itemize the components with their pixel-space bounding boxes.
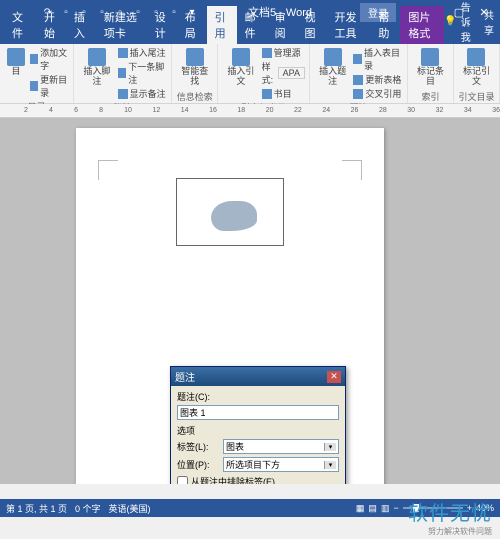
dialog-titlebar[interactable]: 题注 ✕: [171, 367, 345, 386]
tab-file[interactable]: 文件: [2, 6, 36, 44]
inserted-image[interactable]: [176, 178, 284, 246]
margin-corner: [98, 160, 118, 180]
tab-picture-format[interactable]: 图片格式: [400, 6, 444, 44]
zoom-out-icon[interactable]: −: [393, 503, 398, 513]
exclude-label-checkbox[interactable]: 从题注中排除标签(E): [177, 475, 339, 484]
insert-footnote-button[interactable]: 插入脚注: [78, 46, 115, 89]
horizontal-ruler[interactable]: 24681012141618202224262830323436: [0, 104, 500, 118]
style-dropdown[interactable]: 样式:APA: [262, 60, 305, 86]
tab-references[interactable]: 引用: [207, 6, 237, 44]
watermark-subtitle: 努力解决软件问题: [408, 526, 492, 537]
cross-ref-button[interactable]: 交叉引用: [353, 87, 403, 100]
view-print-icon[interactable]: ▦: [356, 503, 365, 514]
tab-mailings[interactable]: 邮件: [237, 6, 267, 44]
image-shape-icon: [211, 201, 257, 231]
tab-layout[interactable]: 布局: [177, 6, 207, 44]
smart-lookup-button[interactable]: 智能查找: [176, 46, 213, 89]
margin-corner: [342, 160, 362, 180]
ribbon-panel: 目 添加文字 更新目录 目录 插入脚注 插入尾注 下一条脚注 显示备注 脚注 智…: [0, 44, 500, 104]
insert-caption-button[interactable]: 插入题注: [314, 46, 351, 89]
group-label: 引文目录: [458, 89, 495, 103]
mark-citation-button[interactable]: 标记引文: [458, 46, 495, 89]
group-label: 信息检索: [176, 89, 213, 103]
bibliography-button[interactable]: 书目: [262, 87, 305, 100]
toc-button[interactable]: 目: [4, 46, 28, 79]
update-toc-button[interactable]: 更新目录: [30, 73, 69, 99]
view-web-icon[interactable]: ▥: [381, 503, 390, 514]
tab-custom[interactable]: 新建选项卡: [96, 6, 147, 44]
chevron-down-icon[interactable]: ▾: [324, 443, 336, 451]
dialog-title: 题注: [175, 369, 195, 384]
manage-sources-button[interactable]: 管理源: [262, 46, 305, 59]
dialog-close-icon[interactable]: ✕: [327, 371, 341, 383]
tab-view[interactable]: 视图: [297, 6, 327, 44]
tab-help[interactable]: 帮助: [370, 6, 400, 44]
view-read-icon[interactable]: ▤: [368, 503, 377, 514]
position-dropdown[interactable]: 所选项目下方▾: [223, 457, 339, 472]
tell-me-label[interactable]: 告诉我: [461, 0, 472, 44]
label-dropdown[interactable]: 图表▾: [223, 439, 339, 454]
tab-review[interactable]: 审阅: [267, 6, 297, 44]
language-status[interactable]: 英语(美国): [109, 502, 151, 515]
group-research: 智能查找 信息检索: [172, 44, 218, 103]
ribbon-tabs: 文件 开始 插入 新建选项卡 设计 布局 引用 邮件 审阅 视图 开发工具 帮助…: [0, 24, 500, 44]
group-authorities: 标记引文 引文目录: [454, 44, 500, 103]
group-toc: 目 添加文字 更新目录 目录: [0, 44, 74, 103]
page-status[interactable]: 第 1 页, 共 1 页: [6, 502, 67, 515]
tab-developer[interactable]: 开发工具: [326, 6, 370, 44]
position-field-label: 位置(P):: [177, 458, 219, 471]
word-count[interactable]: 0 个字: [75, 502, 101, 515]
update-table-button[interactable]: 更新表格: [353, 73, 403, 86]
caption-dialog: 题注 ✕ 题注(C): 选项 标签(L): 图表▾ 位置(P): 所选项目下方▾…: [170, 366, 346, 484]
insert-endnote-button[interactable]: 插入尾注: [118, 46, 168, 59]
group-index: 标记条目 索引: [408, 44, 454, 103]
insert-tof-button[interactable]: 插入表目录: [353, 46, 403, 72]
exclude-checkbox-input[interactable]: [177, 476, 188, 484]
caption-section-label: 题注(C):: [177, 390, 339, 403]
caption-input[interactable]: [177, 405, 339, 420]
tab-insert[interactable]: 插入: [66, 6, 96, 44]
options-header: 选项: [177, 424, 339, 437]
watermark-logo: 软件无忧: [408, 497, 492, 526]
share-button[interactable]: 共享: [484, 7, 494, 37]
tab-design[interactable]: 设计: [147, 6, 177, 44]
tell-me-icon[interactable]: 💡: [444, 16, 456, 27]
mark-entry-button[interactable]: 标记条目: [412, 46, 449, 89]
tab-home[interactable]: 开始: [36, 6, 66, 44]
show-notes-button[interactable]: 显示备注: [118, 87, 168, 100]
add-text-button[interactable]: 添加文字: [30, 46, 69, 72]
group-citations: 插入引文 管理源 样式:APA 书目 引文与书目: [218, 44, 310, 103]
document-area: 24681012141618202224262830323436 题注 ✕ 题注…: [0, 104, 500, 484]
watermark: 软件无忧 努力解决软件问题: [408, 497, 492, 537]
next-footnote-button[interactable]: 下一条脚注: [118, 60, 168, 86]
group-label: 索引: [412, 89, 449, 103]
group-footnotes: 插入脚注 插入尾注 下一条脚注 显示备注 脚注: [74, 44, 172, 103]
chevron-down-icon[interactable]: ▾: [324, 461, 336, 469]
group-captions: 插入题注 插入表目录 更新表格 交叉引用 题注: [310, 44, 408, 103]
label-field-label: 标签(L):: [177, 440, 219, 453]
insert-citation-button[interactable]: 插入引文: [222, 46, 259, 89]
